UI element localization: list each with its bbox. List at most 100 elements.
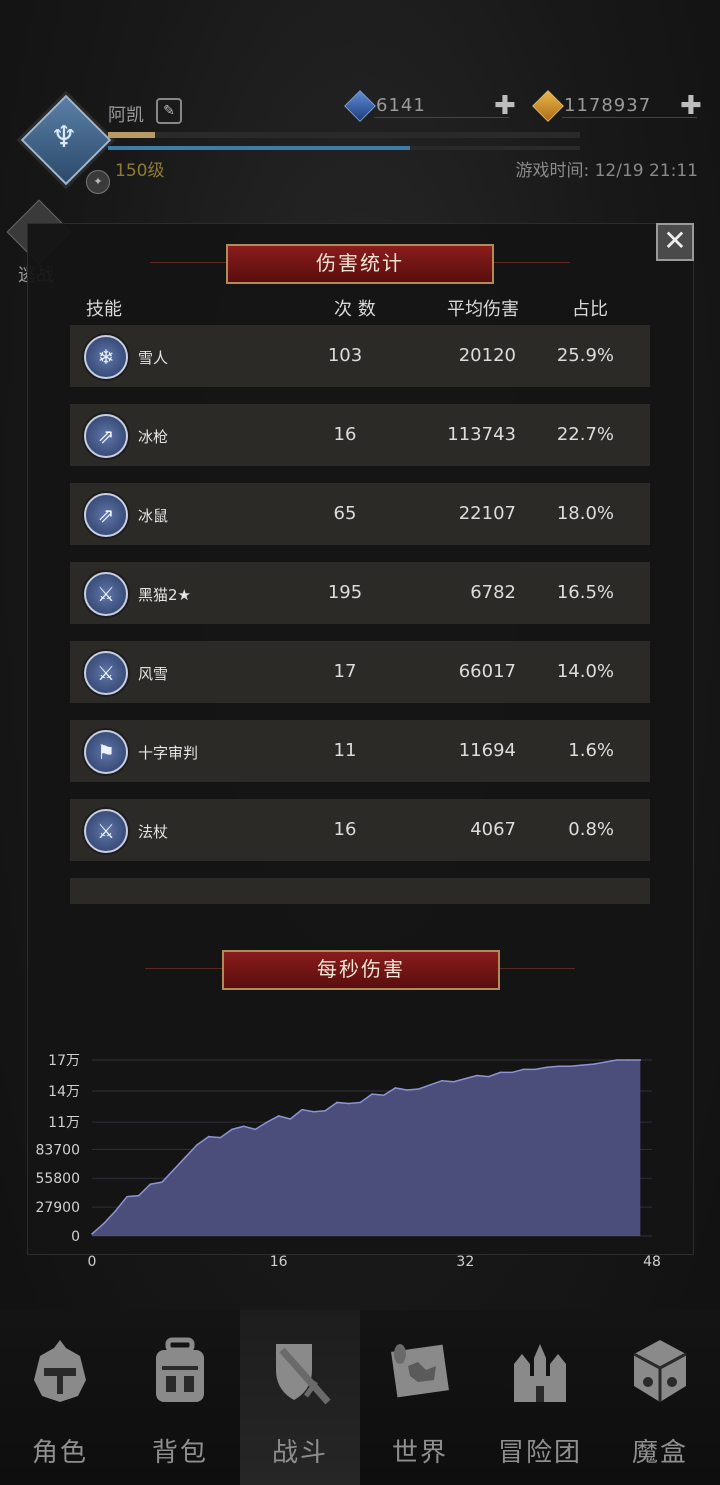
avatar[interactable]: ♆: [20, 94, 112, 186]
y-tick-label: 0: [71, 1229, 80, 1245]
data-point: [289, 1118, 292, 1120]
nav-item-world[interactable]: 世界: [360, 1310, 480, 1485]
data-point: [441, 1079, 443, 1082]
dps-title: 每秒伤害: [222, 950, 500, 990]
data-point: [277, 1115, 280, 1117]
castle-icon: [514, 1344, 566, 1402]
data-point: [394, 1087, 397, 1089]
skill-count: 16: [333, 819, 357, 840]
nav-item-magic-box[interactable]: 魔盒: [600, 1310, 720, 1485]
x-tick-label: 48: [643, 1254, 661, 1270]
currency-gold: 1178937 ✚: [532, 90, 710, 122]
data-point: [207, 1135, 210, 1138]
skill-avg-damage: 22107: [458, 503, 516, 524]
skill-ratio: 1.6%: [568, 740, 614, 761]
x-tick-label: 16: [270, 1254, 288, 1270]
data-point: [312, 1110, 315, 1113]
data-point: [254, 1128, 257, 1131]
data-point: [149, 1183, 152, 1186]
data-point: [546, 1066, 548, 1069]
data-point: [476, 1074, 478, 1077]
x-tick-label: 32: [456, 1254, 474, 1270]
skill-name: 风雪: [138, 665, 169, 683]
data-point: [184, 1156, 187, 1159]
exp-bar: [108, 132, 580, 138]
nav-item-backpack[interactable]: 背包: [120, 1310, 240, 1485]
data-point: [347, 1102, 350, 1105]
y-tick-label: 83700: [35, 1142, 80, 1158]
player-name: 阿凯: [108, 105, 144, 126]
data-point: [557, 1065, 560, 1068]
data-point: [359, 1101, 362, 1104]
data-point: [581, 1064, 583, 1066]
y-tick-label: 55800: [35, 1171, 80, 1187]
table-row: ⇗ 冰鼠 65 22107 18.0%: [70, 483, 650, 545]
mana-bar-fill: [108, 146, 411, 150]
sword-icon: ⚔: [84, 651, 128, 695]
data-point: [219, 1136, 222, 1139]
data-point: [511, 1071, 513, 1074]
data-point: [336, 1101, 338, 1104]
skill-ratio: 22.7%: [556, 424, 614, 445]
skill-name: 黑猫2★: [138, 586, 191, 604]
divider: [562, 117, 697, 118]
data-point: [406, 1089, 408, 1091]
skill-ratio: 25.9%: [556, 345, 614, 366]
mana-bar: [108, 146, 580, 150]
add-gems-button[interactable]: ✚: [494, 92, 516, 120]
dps-area: [92, 1060, 641, 1236]
edit-icon[interactable]: ✎: [156, 98, 182, 124]
x-tick-label: 0: [88, 1254, 97, 1270]
data-point: [569, 1065, 572, 1068]
table-row-partial: [70, 878, 650, 904]
add-gold-button[interactable]: ✚: [680, 92, 702, 120]
currency-value: 6141: [376, 95, 426, 116]
data-point: [592, 1063, 595, 1065]
gold-gem-icon: [532, 90, 564, 122]
data-point: [301, 1108, 303, 1111]
skill-name: 冰枪: [138, 428, 169, 446]
skill-count: 65: [333, 503, 357, 524]
currency-gems: 6141 ✚: [344, 90, 516, 122]
trident-icon: ♆: [50, 120, 78, 155]
dps-chart: 0 27900 55800 83700 11万 14万 17万 0 16 32 48: [35, 1053, 661, 1270]
magic-cube-icon: [633, 1340, 687, 1402]
section-title: 伤害统计: [226, 244, 494, 284]
y-tick-label: 27900: [35, 1200, 80, 1216]
nav-item-battle[interactable]: 战斗: [240, 1310, 360, 1485]
nav-label: 背包: [151, 1438, 208, 1468]
ice-spear-icon: ⇗: [84, 414, 128, 458]
header-skill: 技能: [86, 299, 122, 320]
snowflake-icon: ❄: [84, 335, 128, 379]
data-point: [604, 1061, 607, 1063]
skill-avg-damage: 11694: [458, 740, 516, 761]
table-row: ⚔ 黑猫2★ 195 6782 16.5%: [70, 562, 650, 624]
backpack-icon: [156, 1337, 204, 1402]
data-point: [499, 1071, 502, 1074]
skill-ratio: 18.0%: [556, 503, 614, 524]
skill-name: 法杖: [138, 823, 169, 841]
skill-count: 195: [327, 582, 363, 603]
skill-avg-damage: 6782: [470, 582, 516, 603]
blue-gem-icon: [344, 90, 376, 122]
skill-ratio: 0.8%: [568, 819, 614, 840]
table-row: ⚑ 十字审判 11 11694 1.6%: [70, 720, 650, 782]
map-scroll-icon: [391, 1344, 449, 1398]
data-point: [242, 1125, 245, 1128]
close-button[interactable]: ✕: [656, 223, 694, 261]
data-point: [452, 1080, 455, 1083]
bottom-nav: 角色 背包 战斗 世界 冒险团 魔盒: [0, 1310, 720, 1485]
nav-label: 魔盒: [631, 1438, 688, 1468]
data-point: [616, 1059, 618, 1061]
nav-item-character[interactable]: 角色: [0, 1310, 120, 1485]
player-level: 150级: [115, 161, 165, 181]
nav-item-adventure-team[interactable]: 冒险团: [480, 1310, 600, 1485]
y-tick-label: 14万: [48, 1084, 80, 1100]
data-point: [137, 1194, 140, 1197]
data-point: [126, 1195, 128, 1198]
y-tick-label: 17万: [48, 1053, 80, 1069]
game-time: 游戏时间: 12/19 21:11: [515, 161, 698, 181]
nav-label: 战斗: [271, 1438, 328, 1468]
rank-badge-icon: ✦: [86, 170, 110, 194]
header-count: 次 数: [334, 299, 376, 320]
